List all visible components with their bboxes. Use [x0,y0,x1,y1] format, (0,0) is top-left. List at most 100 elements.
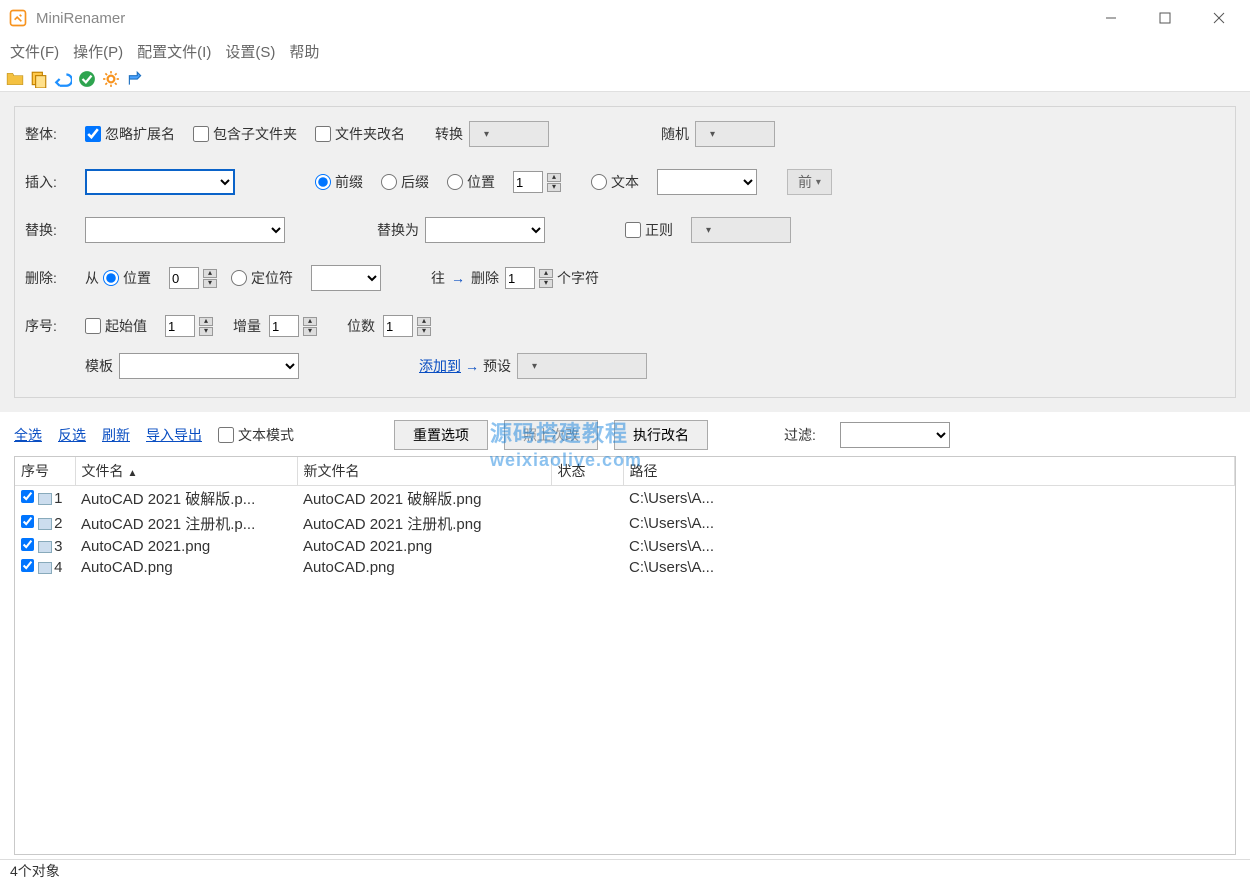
label-random: 随机 [661,124,689,144]
col-idx[interactable]: 序号 [15,457,75,486]
cell-status [551,511,623,536]
spinner-digits[interactable]: ▴▾ [417,317,431,336]
table-row[interactable]: 3AutoCAD 2021.pngAutoCAD 2021.pngC:\User… [15,536,1235,557]
input-del-count[interactable] [505,267,535,289]
cell-status [551,536,623,557]
menu-ops[interactable]: 操作(P) [73,41,123,62]
statusbar: 4个对象 [0,859,1250,881]
cell-path: C:\Users\A... [623,536,1235,557]
toolbar [0,66,1250,92]
radio-text[interactable]: 文本 [591,172,639,192]
undo-icon[interactable] [54,70,72,88]
status-text: 4个对象 [10,861,60,881]
cell-fname: AutoCAD 2021.png [75,536,297,557]
spinner-start[interactable]: ▴▾ [199,317,213,336]
input-del-pos[interactable] [169,267,199,289]
menu-file[interactable]: 文件(F) [10,41,59,62]
file-icon [38,562,52,574]
label-insert: 插入: [25,172,85,192]
link-import-export[interactable]: 导入导出 [146,425,202,445]
menu-settings[interactable]: 设置(S) [225,41,275,62]
table-row[interactable]: 2AutoCAD 2021 注册机.p...AutoCAD 2021 注册机.p… [15,511,1235,536]
col-fname[interactable]: 文件名▲ [75,457,297,486]
table-header: 序号 文件名▲ 新文件名 状态 路径 [15,457,1235,486]
input-start[interactable] [165,315,195,337]
input-filter[interactable] [840,422,950,448]
link-invert[interactable]: 反选 [58,425,86,445]
gear-icon[interactable] [102,70,120,88]
folder-icon[interactable] [6,70,24,88]
input-pos[interactable] [513,171,543,193]
radio-prefix[interactable]: 前缀 [315,172,363,192]
row-checkbox[interactable] [21,490,34,503]
input-locator[interactable] [311,265,381,291]
menu-help[interactable]: 帮助 [289,41,319,62]
col-path[interactable]: 路径 [623,457,1235,486]
link-addto[interactable]: 添加到 [419,356,461,376]
radio-del-position[interactable]: 位置 [103,268,151,288]
cell-path: C:\Users\A... [623,486,1235,512]
button-last[interactable]: 照上次改 [504,420,598,450]
menu-profiles[interactable]: 配置文件(I) [137,41,211,62]
file-icon [38,541,52,553]
spinner-del-pos[interactable]: ▴▾ [203,269,217,288]
row-template: 模板 添加到 → 预设 ▾ [25,349,1225,383]
input-insert[interactable] [85,169,235,195]
checkbox-start[interactable]: 起始值 [85,316,147,336]
select-convert[interactable]: ▾ [469,121,549,147]
minimize-button[interactable] [1088,3,1134,33]
checkbox-regex[interactable]: 正则 [625,220,673,240]
spinner-del-count[interactable]: ▴▾ [539,269,553,288]
button-reset[interactable]: 重置选项 [394,420,488,450]
copy-icon[interactable] [30,70,48,88]
col-status[interactable]: 状态 [551,457,623,486]
input-text[interactable] [657,169,757,195]
table-row[interactable]: 1AutoCAD 2021 破解版.p...AutoCAD 2021 破解版.p… [15,486,1235,512]
cell-newname: AutoCAD.png [297,557,551,578]
input-replace-to[interactable] [425,217,545,243]
select-regex[interactable]: ▾ [691,217,791,243]
sort-asc-icon: ▲ [128,468,138,479]
cell-newname: AutoCAD 2021 破解版.png [297,486,551,512]
checkbox-text-mode[interactable]: 文本模式 [218,425,294,445]
label-template: 模板 [85,356,113,376]
arrow-to-icon[interactable]: → [451,270,465,286]
input-incr[interactable] [269,315,299,337]
radio-locator[interactable]: 定位符 [231,268,293,288]
checkbox-include-sub[interactable]: 包含子文件夹 [193,124,297,144]
maximize-button[interactable] [1142,3,1188,33]
button-exec[interactable]: 执行改名 [614,420,708,450]
col-newname[interactable]: 新文件名 [297,457,551,486]
row-whole: 整体: 忽略扩展名 包含子文件夹 文件夹改名 转换 ▾ 随机 ▾ [25,117,1225,151]
table-row[interactable]: 4AutoCAD.pngAutoCAD.pngC:\Users\A... [15,557,1235,578]
label-whole: 整体: [25,124,85,144]
select-preset[interactable]: ▾ [517,353,647,379]
input-digits[interactable] [383,315,413,337]
label-delete: 删除: [25,268,85,288]
check-icon[interactable] [78,70,96,88]
app-icon [8,8,28,28]
link-select-all[interactable]: 全选 [14,425,42,445]
radio-suffix[interactable]: 后缀 [381,172,429,192]
app-window: MiniRenamer 文件(F) 操作(P) 配置文件(I) 设置(S) 帮助… [0,0,1250,881]
row-replace: 替换: 替换为 正则 ▾ [25,213,1225,247]
row-checkbox[interactable] [21,559,34,572]
checkbox-rename-dir[interactable]: 文件夹改名 [315,124,405,144]
link-refresh[interactable]: 刷新 [102,425,130,445]
row-checkbox[interactable] [21,515,34,528]
input-template[interactable] [119,353,299,379]
label-chars: 个字符 [557,268,599,288]
spinner-incr[interactable]: ▴▾ [303,317,317,336]
button-front[interactable]: 前 ▾ [787,169,832,195]
input-replace-from[interactable] [85,217,285,243]
cell-status [551,486,623,512]
pin-icon[interactable] [126,70,144,88]
checkbox-ignore-ext[interactable]: 忽略扩展名 [85,124,175,144]
select-random[interactable]: ▾ [695,121,775,147]
spinner-pos[interactable]: ▴▾ [547,173,561,192]
row-checkbox[interactable] [21,538,34,551]
close-button[interactable] [1196,3,1242,33]
titlebar: MiniRenamer [0,0,1250,36]
radio-position[interactable]: 位置 [447,172,495,192]
cell-newname: AutoCAD 2021 注册机.png [297,511,551,536]
